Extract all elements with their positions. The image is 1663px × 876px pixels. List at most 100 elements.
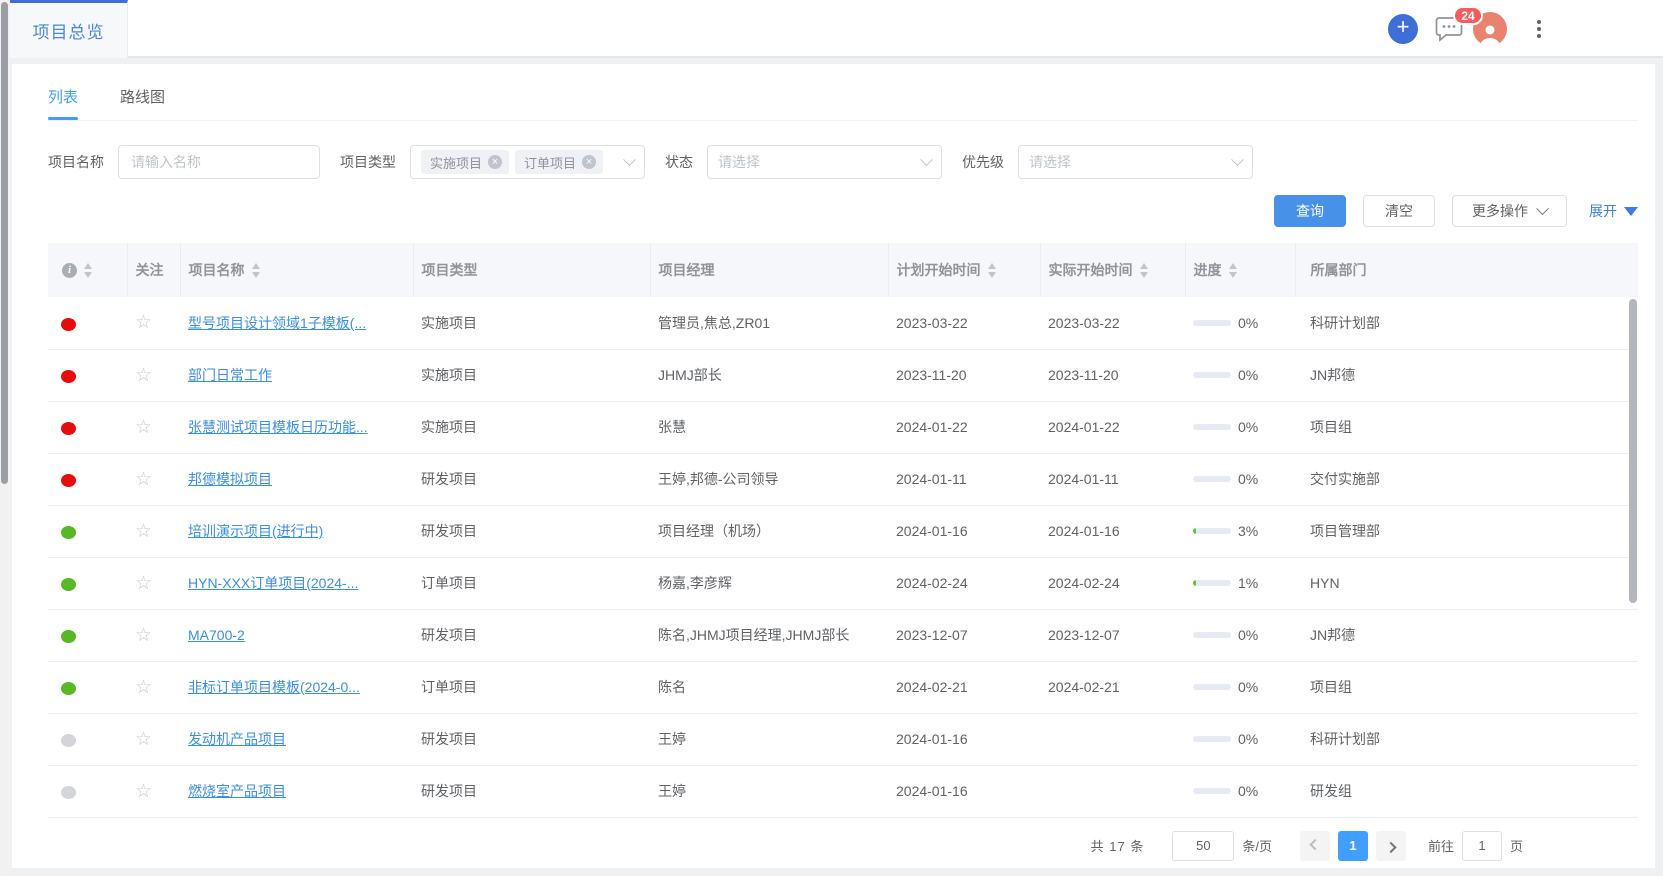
star-icon[interactable]: ☆ xyxy=(135,365,152,386)
messages-button[interactable]: 24 xyxy=(1435,15,1465,43)
project-manager-cell: 管理员,焦总,ZR01 xyxy=(650,297,888,349)
more-actions-button[interactable]: 更多操作 xyxy=(1452,195,1567,227)
add-button[interactable]: + xyxy=(1388,14,1418,44)
page-scrollbar-thumb[interactable] xyxy=(1,2,8,484)
table-row[interactable]: ☆ MA700-2 研发项目 陈名,JHMJ项目经理,JHMJ部长 2023-1… xyxy=(48,609,1638,661)
progress-bar xyxy=(1193,528,1231,534)
project-name-link[interactable]: 燃烧室产品项目 xyxy=(188,783,286,799)
info-icon: i xyxy=(62,263,77,278)
chevron-down-icon xyxy=(1231,153,1244,166)
table-row[interactable]: ☆ 邦德模拟项目 研发项目 王婷,邦德-公司领导 2024-01-11 2024… xyxy=(48,453,1638,505)
table-scrollbar-thumb[interactable] xyxy=(1629,299,1637,603)
project-manager-cell: 项目经理（机场） xyxy=(650,505,888,557)
page-scrollbar[interactable] xyxy=(0,0,10,876)
table-row[interactable]: ☆ 型号项目设计领域1子模板(... 实施项目 管理员,焦总,ZR01 2023… xyxy=(48,297,1638,349)
chevron-left-icon xyxy=(1309,838,1320,849)
priority-select[interactable]: 请选择 xyxy=(1018,145,1253,179)
project-name-link[interactable]: 张慧测试项目模板日历功能... xyxy=(188,419,368,435)
project-name-link[interactable]: 培训演示项目(进行中) xyxy=(188,523,323,539)
department-cell: 项目管理部 xyxy=(1295,505,1638,557)
star-icon[interactable]: ☆ xyxy=(135,312,152,333)
topbar: 项目总览 + 24 xyxy=(10,0,1663,58)
triangle-down-icon xyxy=(1624,207,1638,216)
status-dot xyxy=(61,318,76,331)
star-icon[interactable]: ☆ xyxy=(135,417,152,438)
table-row[interactable]: ☆ 培训演示项目(进行中) 研发项目 项目经理（机场） 2024-01-16 2… xyxy=(48,505,1638,557)
plan-start-cell: 2024-01-16 xyxy=(888,765,1040,817)
project-manager-cell: JHMJ部长 xyxy=(650,349,888,401)
project-manager-cell: 王婷 xyxy=(650,713,888,765)
project-name-input[interactable] xyxy=(118,145,320,179)
progress-bar xyxy=(1193,372,1231,378)
table-row[interactable]: ☆ 燃烧室产品项目 研发项目 王婷 2024-01-16 0% 研发组 xyxy=(48,765,1638,817)
sort-icon[interactable] xyxy=(1140,263,1148,278)
table-row[interactable]: ☆ 发动机产品项目 研发项目 王婷 2024-01-16 0% 科研计划部 xyxy=(48,713,1638,765)
filter-bar: 项目名称 项目类型 实施项目 × 订单项目 × 状态 请选择 优先级 请选择 xyxy=(48,145,1638,179)
project-name-link[interactable]: 非标订单项目模板(2024-0... xyxy=(188,679,360,695)
plan-start-cell: 2023-12-07 xyxy=(888,609,1040,661)
table-row[interactable]: ☆ 非标订单项目模板(2024-0... 订单项目 陈名 2024-02-21 … xyxy=(48,661,1638,713)
page-1-button[interactable]: 1 xyxy=(1338,831,1368,861)
project-name-link[interactable]: 发动机产品项目 xyxy=(188,731,286,747)
project-name-link[interactable]: 型号项目设计领域1子模板(... xyxy=(188,315,366,331)
search-button[interactable]: 查询 xyxy=(1274,195,1346,227)
status-dot xyxy=(61,422,76,435)
expand-link[interactable]: 展开 xyxy=(1589,201,1638,221)
project-type-cell: 订单项目 xyxy=(413,557,650,609)
actual-start-cell: 2024-02-24 xyxy=(1040,557,1185,609)
project-type-select[interactable]: 实施项目 × 订单项目 × xyxy=(410,145,645,179)
filter-tag-order: 订单项目 × xyxy=(515,150,603,174)
remove-tag-icon[interactable]: × xyxy=(488,155,502,169)
project-name-link[interactable]: 部门日常工作 xyxy=(188,367,272,383)
window-tab-project-overview[interactable]: 项目总览 xyxy=(10,0,128,58)
kebab-menu-icon[interactable] xyxy=(1533,16,1545,42)
prev-page-button[interactable] xyxy=(1300,831,1330,861)
plan-start-cell: 2024-02-24 xyxy=(888,557,1040,609)
tab-list[interactable]: 列表 xyxy=(48,86,78,120)
col-project-type: 项目类型 xyxy=(422,260,478,280)
star-icon[interactable]: ☆ xyxy=(135,781,152,802)
table-row[interactable]: ☆ 张慧测试项目模板日历功能... 实施项目 张慧 2024-01-22 202… xyxy=(48,401,1638,453)
progress-bar xyxy=(1193,632,1231,638)
progress-value: 0% xyxy=(1238,731,1258,747)
plan-start-cell: 2023-11-20 xyxy=(888,349,1040,401)
star-icon[interactable]: ☆ xyxy=(135,677,152,698)
project-type-cell: 研发项目 xyxy=(413,505,650,557)
department-cell: 项目组 xyxy=(1295,661,1638,713)
table-row[interactable]: ☆ 部门日常工作 实施项目 JHMJ部长 2023-11-20 2023-11-… xyxy=(48,349,1638,401)
plan-start-cell: 2024-01-22 xyxy=(888,401,1040,453)
clear-button[interactable]: 清空 xyxy=(1363,195,1435,227)
project-type-cell: 研发项目 xyxy=(413,765,650,817)
sort-icon[interactable] xyxy=(988,263,996,278)
table-row[interactable]: ☆ HYN-XXX订单项目(2024-... 订单项目 杨嘉,李彦辉 2024-… xyxy=(48,557,1638,609)
sort-icon[interactable] xyxy=(252,263,260,278)
tab-roadmap[interactable]: 路线图 xyxy=(120,86,165,120)
plan-start-cell: 2024-01-16 xyxy=(888,505,1040,557)
topbar-actions: + 24 xyxy=(1388,0,1545,58)
chevron-down-icon xyxy=(920,153,933,166)
star-icon[interactable]: ☆ xyxy=(135,729,152,750)
progress-value: 0% xyxy=(1238,419,1258,435)
star-icon[interactable]: ☆ xyxy=(135,469,152,490)
project-type-cell: 实施项目 xyxy=(413,349,650,401)
project-name-link[interactable]: MA700-2 xyxy=(188,627,245,643)
remove-tag-icon[interactable]: × xyxy=(582,155,596,169)
star-icon[interactable]: ☆ xyxy=(135,573,152,594)
status-dot xyxy=(61,682,76,695)
page-size-select[interactable]: 50 xyxy=(1172,831,1234,861)
sort-icon[interactable] xyxy=(1229,263,1237,278)
star-icon[interactable]: ☆ xyxy=(135,521,152,542)
project-name-link[interactable]: HYN-XXX订单项目(2024-... xyxy=(188,575,358,591)
user-icon xyxy=(1478,22,1502,46)
department-cell: HYN xyxy=(1295,557,1638,609)
filter-tag-implementation: 实施项目 × xyxy=(421,150,509,174)
project-name-link[interactable]: 邦德模拟项目 xyxy=(188,471,272,487)
next-page-button[interactable] xyxy=(1376,831,1406,861)
status-select[interactable]: 请选择 xyxy=(707,145,942,179)
star-icon[interactable]: ☆ xyxy=(135,625,152,646)
status-dot xyxy=(61,786,76,799)
department-cell: 研发组 xyxy=(1295,765,1638,817)
sort-icon[interactable] xyxy=(84,263,92,278)
table-body: ☆ 型号项目设计领域1子模板(... 实施项目 管理员,焦总,ZR01 2023… xyxy=(48,297,1638,817)
goto-page-input[interactable] xyxy=(1462,831,1502,861)
